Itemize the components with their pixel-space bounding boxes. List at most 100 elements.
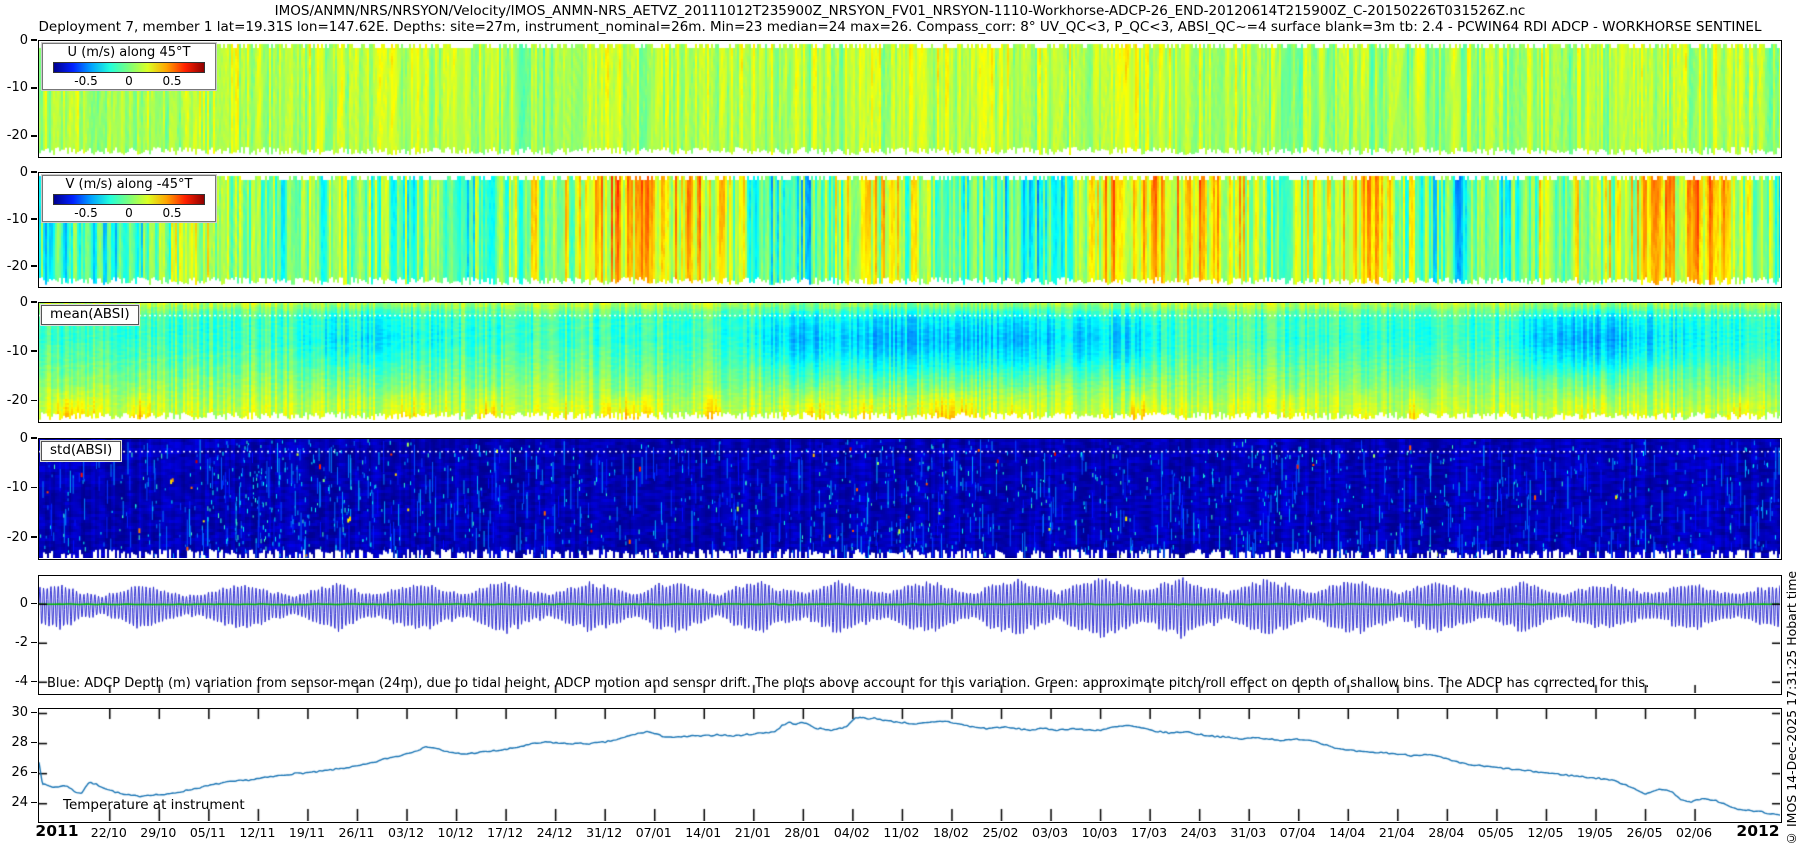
v-colorbar-legend: V (m/s) along -45°T -0.5 0 0.5 — [42, 175, 216, 222]
u-colorbar-legend: U (m/s) along 45°T -0.5 0 0.5 — [42, 43, 216, 90]
panel-u-velocity: U (m/s) along 45°T -0.5 0 0.5 — [38, 40, 1782, 158]
panel-std-absi: std(ABSI) — [38, 438, 1782, 560]
u-colorbar-tick-pos: 0.5 — [162, 74, 181, 88]
x-tick-label-10: 31/12 — [586, 825, 622, 840]
std-absi-heatmap — [39, 439, 1780, 558]
panel-mean-absi: mean(ABSI) — [38, 302, 1782, 423]
panel-v-velocity: V (m/s) along -45°T -0.5 0 0.5 — [38, 172, 1782, 288]
y-tick-label-adcp_depth_variation: -2 — [2, 636, 28, 649]
y-tick-label-u_velocity: -20 — [2, 129, 28, 142]
y-tick-mark-adcp_depth_variation — [31, 642, 37, 644]
y-tick-label-temperature: 30 — [2, 706, 28, 719]
y-tick-label-adcp_depth_variation: 0 — [2, 597, 28, 610]
y-tick-mark-temperature — [31, 712, 37, 714]
depth-variation-note: Blue: ADCP Depth (m) variation from sens… — [47, 676, 1649, 691]
panel-depth-variation: Blue: ADCP Depth (m) variation from sens… — [38, 575, 1782, 695]
x-tick-label-30: 19/05 — [1577, 825, 1613, 840]
y-tick-label-mean_absi: -20 — [2, 394, 28, 407]
y-tick-mark-u_velocity — [31, 87, 37, 89]
y-tick-mark-adcp_depth_variation — [31, 681, 37, 683]
x-tick-label-26: 21/04 — [1379, 825, 1415, 840]
x-axis-year-start: 2011 — [35, 822, 78, 840]
x-axis-year-end: 2012 — [1736, 822, 1779, 840]
y-tick-label-v_velocity: -10 — [2, 213, 28, 226]
x-tick-label-0: 22/10 — [91, 825, 127, 840]
y-tick-label-adcp_depth_variation: -4 — [2, 675, 28, 688]
y-tick-mark-u_velocity — [31, 135, 37, 137]
temperature-label: Temperature at instrument — [63, 797, 245, 813]
y-tick-label-std_absi: -20 — [2, 531, 28, 544]
y-tick-label-u_velocity: -10 — [2, 81, 28, 94]
mean-absi-heatmap — [39, 303, 1780, 421]
y-tick-label-u_velocity: 0 — [2, 34, 28, 47]
x-tick-label-12: 14/01 — [685, 825, 721, 840]
x-tick-label-28: 05/05 — [1478, 825, 1514, 840]
x-tick-label-9: 24/12 — [537, 825, 573, 840]
y-tick-label-v_velocity: 0 — [2, 166, 28, 179]
x-tick-label-7: 10/12 — [438, 825, 474, 840]
panel-temperature: Temperature at instrument — [38, 708, 1782, 823]
imos-copyright-watermark: © IMOS 14-Dec-2025 17:31:25 Hobart time — [1784, 448, 1799, 846]
y-tick-label-mean_absi: -10 — [2, 345, 28, 358]
y-tick-mark-mean_absi — [31, 301, 37, 303]
figure-title-line2: Deployment 7, member 1 lat=19.31S lon=14… — [0, 19, 1800, 35]
y-tick-mark-std_absi — [31, 437, 37, 439]
mean-absi-label: mean(ABSI) — [41, 305, 139, 325]
u-colorbar-tick-neg: -0.5 — [74, 74, 97, 88]
y-tick-mark-v_velocity — [31, 218, 37, 220]
u-velocity-heatmap — [39, 41, 1780, 156]
v-velocity-heatmap — [39, 173, 1780, 286]
v-legend-title: V (m/s) along -45°T — [43, 177, 215, 193]
x-tick-label-6: 03/12 — [388, 825, 424, 840]
x-tick-label-31: 26/05 — [1627, 825, 1663, 840]
y-tick-label-std_absi: 0 — [2, 432, 28, 445]
x-tick-label-2: 05/11 — [190, 825, 226, 840]
y-tick-label-std_absi: -10 — [2, 481, 28, 494]
figure-title-line1: IMOS/ANMN/NRS/NRSYON/Velocity/IMOS_ANMN-… — [0, 3, 1800, 19]
v-colorbar-ticks: -0.5 0 0.5 — [43, 205, 215, 220]
x-tick-label-4: 19/11 — [289, 825, 325, 840]
y-tick-mark-mean_absi — [31, 400, 37, 402]
y-tick-label-v_velocity: -20 — [2, 260, 28, 273]
v-colorbar-gradient — [53, 194, 205, 205]
v-colorbar-tick-pos: 0.5 — [162, 206, 181, 220]
std-absi-label: std(ABSI) — [41, 441, 121, 461]
y-tick-mark-temperature — [31, 802, 37, 804]
x-tick-label-19: 03/03 — [1032, 825, 1068, 840]
y-tick-mark-mean_absi — [31, 350, 37, 352]
y-tick-mark-std_absi — [31, 487, 37, 489]
u-colorbar-tick-zero: 0 — [125, 74, 133, 88]
x-tick-label-11: 07/01 — [636, 825, 672, 840]
x-tick-label-29: 12/05 — [1527, 825, 1563, 840]
adcp-figure: IMOS/ANMN/NRS/NRSYON/Velocity/IMOS_ANMN-… — [0, 0, 1800, 850]
y-tick-mark-v_velocity — [31, 265, 37, 267]
x-tick-label-15: 04/02 — [834, 825, 870, 840]
y-tick-label-temperature: 26 — [2, 766, 28, 779]
v-colorbar-tick-neg: -0.5 — [74, 206, 97, 220]
x-tick-label-1: 29/10 — [140, 825, 176, 840]
x-tick-label-14: 28/01 — [784, 825, 820, 840]
u-colorbar-ticks: -0.5 0 0.5 — [43, 73, 215, 88]
u-colorbar-gradient — [53, 62, 205, 73]
x-tick-label-22: 24/03 — [1181, 825, 1217, 840]
y-tick-mark-adcp_depth_variation — [31, 603, 37, 605]
x-tick-label-20: 10/03 — [1082, 825, 1118, 840]
temperature-plot — [39, 709, 1780, 821]
x-tick-label-8: 17/12 — [487, 825, 523, 840]
x-tick-label-21: 17/03 — [1131, 825, 1167, 840]
y-tick-mark-v_velocity — [31, 171, 37, 173]
x-tick-label-5: 26/11 — [338, 825, 374, 840]
x-tick-label-23: 31/03 — [1230, 825, 1266, 840]
x-tick-label-32: 02/06 — [1676, 825, 1712, 840]
x-tick-label-25: 14/04 — [1329, 825, 1365, 840]
y-tick-mark-temperature — [31, 742, 37, 744]
u-legend-title: U (m/s) along 45°T — [43, 45, 215, 61]
x-tick-label-3: 12/11 — [239, 825, 275, 840]
x-tick-label-17: 18/02 — [933, 825, 969, 840]
v-colorbar-tick-zero: 0 — [125, 206, 133, 220]
y-tick-mark-std_absi — [31, 536, 37, 538]
y-tick-label-temperature: 28 — [2, 736, 28, 749]
y-tick-mark-u_velocity — [31, 39, 37, 41]
y-tick-label-mean_absi: 0 — [2, 296, 28, 309]
x-tick-label-24: 07/04 — [1280, 825, 1316, 840]
